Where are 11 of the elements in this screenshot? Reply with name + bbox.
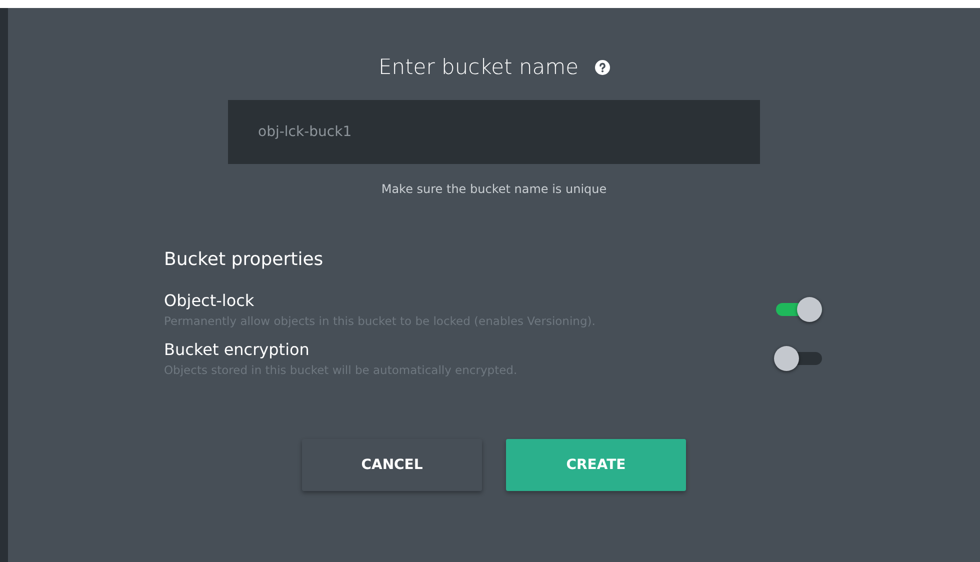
dialog-title: Enter bucket name bbox=[378, 54, 579, 81]
create-button[interactable]: CREATE bbox=[506, 439, 686, 491]
option-label: Object-lock bbox=[164, 290, 256, 312]
cancel-button[interactable]: CANCEL bbox=[302, 439, 482, 491]
hint-text: Make sure the bucket name is unique bbox=[381, 180, 607, 198]
section-heading: Bucket properties bbox=[164, 248, 324, 272]
bucket-name-field[interactable]: obj-lck-buck1 bbox=[228, 100, 760, 164]
option-label: Bucket encryption bbox=[164, 338, 310, 361]
toggle-switch[interactable] bbox=[774, 295, 824, 324]
help-icon[interactable] bbox=[594, 60, 610, 76]
toggle-switch[interactable] bbox=[774, 344, 824, 372]
